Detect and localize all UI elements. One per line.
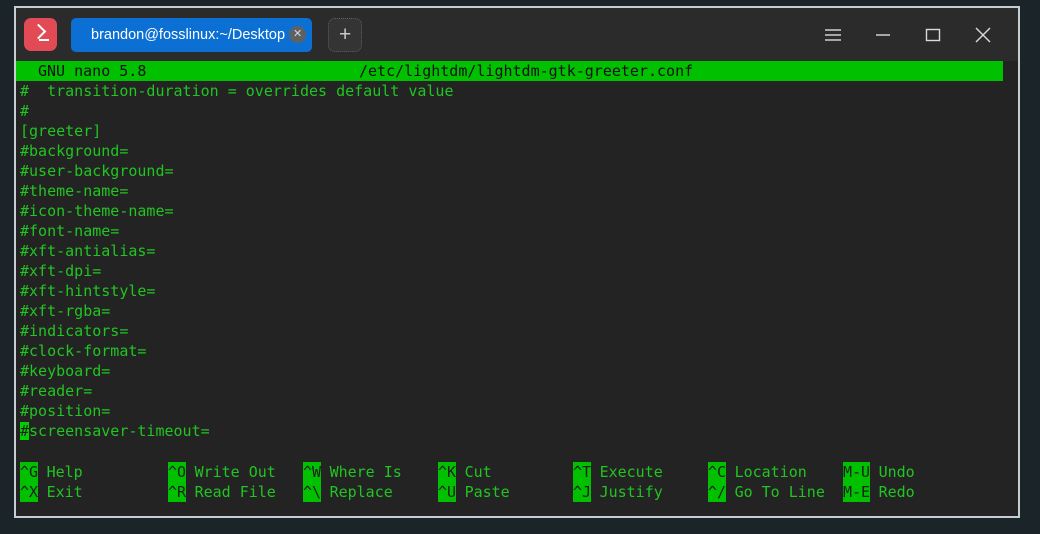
shortcut-label: Write Out <box>194 463 276 481</box>
code-line: # transition-duration = overrides defaul… <box>20 82 454 100</box>
shortcut-label: Help <box>46 463 83 481</box>
shortcut-key: M-E <box>843 482 871 502</box>
shortcut-key: ^C <box>708 462 727 482</box>
shortcut-key: M-U <box>843 462 871 482</box>
code-line: #background= <box>20 142 129 160</box>
shortcut-key: ^U <box>438 482 457 502</box>
shortcut-key: ^O <box>168 462 187 482</box>
shortcut-key: ^G <box>20 462 39 482</box>
code-line: [greeter] <box>20 122 102 140</box>
tab-strip: brandon@fosslinux:~/Desktop ✕ + <box>71 17 808 52</box>
shortcut-key: ^J <box>573 482 592 502</box>
shortcut-location[interactable]: ^C Location <box>708 462 843 482</box>
terminal-window: brandon@fosslinux:~/Desktop ✕ + GNU nano… <box>14 6 1020 518</box>
nano-shortcut-bar: ^G Help ^O Write Out ^W Where Is ^K Cut <box>20 462 1010 502</box>
shortcut-label: Go To Line <box>734 483 825 501</box>
shortcut-key: ^K <box>438 462 457 482</box>
code-line: #indicators= <box>20 322 129 340</box>
prompt-chevron-icon <box>30 23 47 40</box>
tab-active[interactable]: brandon@fosslinux:~/Desktop ✕ <box>71 17 313 52</box>
shortcut-label: Execute <box>599 463 663 481</box>
shortcut-write-out[interactable]: ^O Write Out <box>168 462 303 482</box>
new-tab-button[interactable]: + <box>328 17 363 52</box>
shortcut-where-is[interactable]: ^W Where Is <box>303 462 438 482</box>
code-line: #icon-theme-name= <box>20 202 174 220</box>
code-line: # <box>20 102 30 120</box>
code-line: #position= <box>20 402 111 420</box>
close-button[interactable] <box>958 15 1008 55</box>
shortcut-key: ^T <box>573 462 592 482</box>
shortcut-key: ^\ <box>303 482 322 502</box>
code-line: #xft-antialias= <box>20 242 156 260</box>
code-line-with-cursor: #screensaver-timeout= <box>20 421 1018 441</box>
nano-filename-label: /etc/lightdm/lightdm-gtk-greeter.conf <box>359 62 694 80</box>
code-line: #font-name= <box>20 222 120 240</box>
text-cursor: # <box>20 422 30 440</box>
code-line: #reader= <box>20 382 93 400</box>
shortcut-label: Location <box>734 463 807 481</box>
shortcut-execute[interactable]: ^T Execute <box>573 462 708 482</box>
shortcut-label: Where Is <box>329 463 402 481</box>
shortcut-go-to-line[interactable]: ^/ Go To Line <box>708 482 843 502</box>
code-line: #theme-name= <box>20 182 129 200</box>
shortcut-row-2: ^X Exit ^R Read File ^\ Replace ^U Paste <box>20 482 1010 502</box>
code-line: #keyboard= <box>20 362 111 380</box>
shortcut-label: Undo <box>878 463 915 481</box>
code-line-text: screensaver-timeout= <box>29 422 210 440</box>
code-line: #xft-hintstyle= <box>20 282 156 300</box>
shortcut-paste[interactable]: ^U Paste <box>438 482 573 502</box>
shortcut-justify[interactable]: ^J Justify <box>573 482 708 502</box>
shortcut-key: ^R <box>168 482 187 502</box>
hamburger-menu-button[interactable] <box>808 15 858 55</box>
shortcut-exit[interactable]: ^X Exit <box>20 482 168 502</box>
shortcut-label: Exit <box>46 483 83 501</box>
shortcut-label: Replace <box>329 483 393 501</box>
nano-editor[interactable]: GNU nano 5.8 /etc/lightdm/lightdm-gtk-gr… <box>16 61 1018 516</box>
code-line: #clock-format= <box>20 342 147 360</box>
tab-title: brandon@fosslinux:~/Desktop <box>91 26 286 43</box>
maximize-button[interactable] <box>908 15 958 55</box>
shortcut-key: ^X <box>20 482 39 502</box>
shortcut-label: Read File <box>194 483 276 501</box>
shortcut-key: ^/ <box>708 482 727 502</box>
window-controls <box>808 15 1008 55</box>
shortcut-label: Justify <box>599 483 663 501</box>
prompt-underscore-icon <box>39 39 49 42</box>
shortcut-label: Redo <box>878 483 915 501</box>
shortcut-label: Cut <box>464 463 492 481</box>
nano-header-bar: GNU nano 5.8 /etc/lightdm/lightdm-gtk-gr… <box>16 61 1003 81</box>
shortcut-undo[interactable]: M-U Undo <box>843 462 915 482</box>
desktop-background: brandon@fosslinux:~/Desktop ✕ + GNU nano… <box>0 0 1040 534</box>
shortcut-label: Paste <box>464 483 510 501</box>
nano-text-area[interactable]: # transition-duration = overrides defaul… <box>16 81 1018 441</box>
minimize-button[interactable] <box>858 15 908 55</box>
shortcut-redo[interactable]: M-E Redo <box>843 482 915 502</box>
shortcut-read-file[interactable]: ^R Read File <box>168 482 303 502</box>
code-line: #xft-rgba= <box>20 302 111 320</box>
titlebar: brandon@fosslinux:~/Desktop ✕ + <box>16 8 1018 61</box>
shortcut-key: ^W <box>303 462 322 482</box>
shortcut-row-1: ^G Help ^O Write Out ^W Where Is ^K Cut <box>20 462 1010 482</box>
shortcut-cut[interactable]: ^K Cut <box>438 462 573 482</box>
code-line: #xft-dpi= <box>20 262 102 280</box>
tab-close-icon[interactable]: ✕ <box>289 26 307 43</box>
nano-version-label: GNU nano 5.8 <box>38 62 147 80</box>
shortcut-replace[interactable]: ^\ Replace <box>303 482 438 502</box>
code-line: #user-background= <box>20 162 174 180</box>
terminal-prompt-icon <box>24 18 57 51</box>
shortcut-help[interactable]: ^G Help <box>20 462 168 482</box>
